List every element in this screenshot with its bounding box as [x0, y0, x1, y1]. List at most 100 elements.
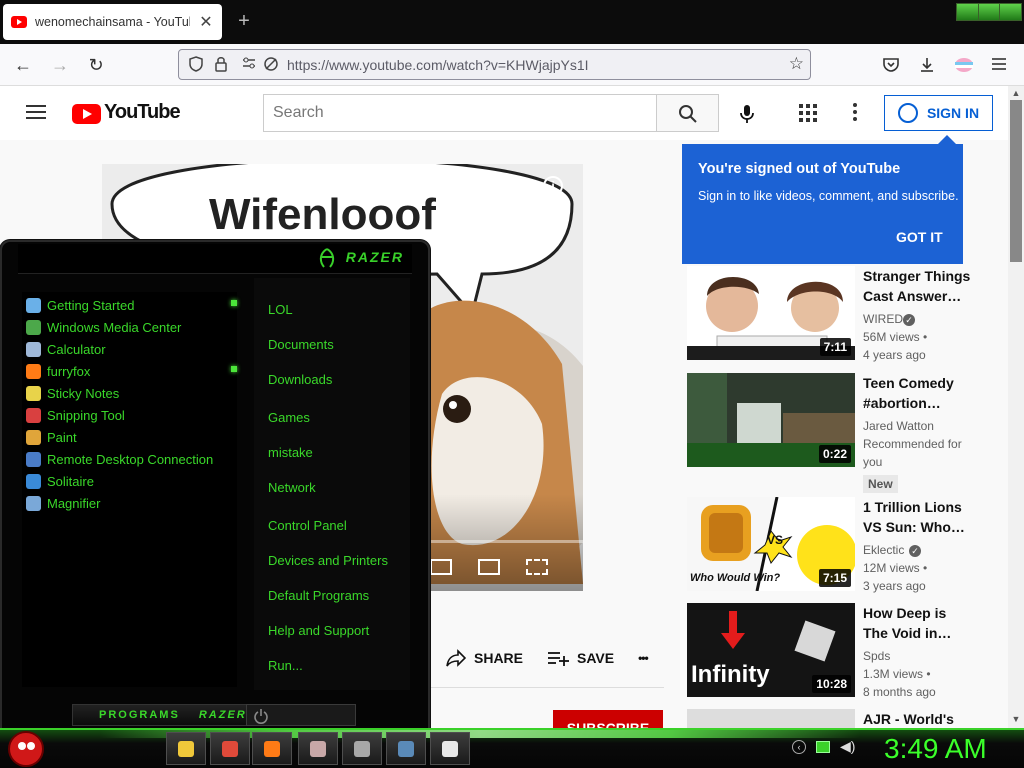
- hamburger-menu-icon[interactable]: [991, 57, 1007, 71]
- taskbar-clock[interactable]: 3:49 AM: [884, 733, 987, 765]
- search-button[interactable]: [656, 94, 719, 132]
- taskbar-app-app5-button[interactable]: [342, 732, 382, 765]
- download-icon[interactable]: [918, 56, 936, 74]
- youtube-logo-text[interactable]: YouTube: [104, 101, 181, 124]
- view-count: 12M views •: [863, 561, 928, 575]
- maximize-button[interactable]: [978, 4, 1001, 20]
- extension-icon[interactable]: [954, 56, 974, 74]
- start-menu-place[interactable]: Devices and Printers: [268, 553, 388, 568]
- start-menu-program[interactable]: furryfox: [26, 360, 90, 382]
- start-menu-place[interactable]: Control Panel: [268, 518, 347, 533]
- start-menu-program[interactable]: Snipping Tool: [26, 404, 125, 426]
- user-avatar-icon: [897, 103, 918, 123]
- video-title[interactable]: Teen Comedy #abortion…: [863, 373, 975, 413]
- start-menu-place[interactable]: Downloads: [268, 372, 332, 387]
- back-button[interactable]: ←: [12, 54, 34, 76]
- fullscreen-icon[interactable]: [526, 559, 548, 575]
- start-menu-place[interactable]: mistake: [268, 445, 313, 460]
- scroll-down-arrow-icon[interactable]: ▼: [1010, 714, 1022, 724]
- shield-icon[interactable]: [189, 56, 203, 72]
- miniplayer-icon[interactable]: [430, 559, 452, 575]
- start-menu-program[interactable]: Calculator: [26, 338, 106, 360]
- start-button-angry-bird-icon[interactable]: [8, 731, 44, 767]
- jump-list-arrow-icon[interactable]: [231, 366, 237, 372]
- forward-button[interactable]: →: [49, 54, 71, 76]
- channel-name[interactable]: Jared Watton: [863, 417, 975, 435]
- taskbar-app-firefox-button[interactable]: [252, 732, 292, 765]
- start-menu-place[interactable]: Help and Support: [268, 623, 369, 638]
- share-button[interactable]: SHARE: [446, 649, 523, 667]
- start-menu-program[interactable]: Remote Desktop Connection: [26, 448, 213, 470]
- youtube-logo-icon[interactable]: [72, 104, 101, 124]
- taskbar-app-app7-button[interactable]: [430, 732, 470, 765]
- start-menu-program[interactable]: Paint: [26, 426, 77, 448]
- video-thumbnail[interactable]: Infinity 10:28: [687, 603, 855, 697]
- start-menu-place[interactable]: Default Programs: [268, 588, 369, 603]
- taskbar-app-app6-button[interactable]: [386, 732, 426, 765]
- start-menu-program[interactable]: Solitaire: [26, 470, 94, 492]
- start-menu-place[interactable]: LOL: [268, 302, 293, 317]
- video-thumbnail[interactable]: VS Who Would Win? 7:15: [687, 497, 855, 591]
- reload-button[interactable]: ↻: [85, 54, 107, 76]
- info-icon[interactable]: i: [543, 176, 563, 196]
- thumbnail-caption: Infinity: [691, 661, 770, 688]
- program-icon: [26, 429, 41, 445]
- video-title[interactable]: 1 Trillion Lions VS Sun: Who…: [863, 497, 975, 537]
- permissions-icon[interactable]: [241, 56, 257, 70]
- start-menu-program[interactable]: Windows Media Center: [26, 316, 181, 338]
- start-menu-place[interactable]: Network: [268, 480, 316, 495]
- chrome-icon: [222, 740, 238, 757]
- sign-in-button[interactable]: SIGN IN: [884, 95, 993, 131]
- close-tab-icon[interactable]: ✕: [198, 12, 214, 32]
- bookmark-star-icon[interactable]: ☆: [789, 54, 804, 74]
- close-window-button[interactable]: [1000, 4, 1022, 20]
- video-thumbnail[interactable]: [687, 709, 855, 728]
- settings-more-icon[interactable]: [852, 103, 858, 121]
- taskbar-app-app4-button[interactable]: [298, 732, 338, 765]
- share-icon: [446, 649, 466, 667]
- video-title[interactable]: Stranger Things Cast Answer…: [863, 266, 975, 306]
- start-menu-program[interactable]: Sticky Notes: [26, 382, 119, 404]
- start-menu-place[interactable]: Games: [268, 410, 310, 425]
- start-menu-program[interactable]: Magnifier: [26, 492, 100, 514]
- scroll-up-arrow-icon[interactable]: ▲: [1010, 88, 1022, 98]
- apps-grid-icon[interactable]: [799, 104, 817, 122]
- shutdown-button[interactable]: [246, 704, 356, 726]
- taskbar-app-chrome-button[interactable]: [210, 732, 250, 765]
- network-icon[interactable]: [816, 740, 830, 753]
- lock-icon[interactable]: [215, 56, 227, 72]
- video-thumbnail[interactable]: 0:22: [687, 373, 855, 467]
- autoplay-blocked-icon[interactable]: [263, 56, 279, 72]
- video-thumbnail[interactable]: 7:11: [687, 266, 855, 360]
- pocket-icon[interactable]: [882, 56, 900, 74]
- minimize-button[interactable]: [957, 4, 979, 20]
- url-text[interactable]: https://www.youtube.com/watch?v=KHWjajpY…: [287, 57, 589, 73]
- start-menu-program[interactable]: Getting Started: [26, 294, 134, 316]
- got-it-button[interactable]: GOT IT: [896, 229, 943, 245]
- search-input[interactable]: [264, 95, 656, 131]
- new-tab-button[interactable]: +: [232, 10, 256, 33]
- microphone-icon[interactable]: [736, 103, 758, 125]
- video-title[interactable]: How Deep is The Void in…: [863, 603, 975, 643]
- start-menu-place[interactable]: Run...: [268, 658, 303, 673]
- jump-list-arrow-icon[interactable]: [231, 300, 237, 306]
- show-hidden-icons[interactable]: ‹: [792, 739, 806, 754]
- popup-title: You're signed out of YouTube: [698, 161, 901, 177]
- url-bar[interactable]: https://www.youtube.com/watch?v=KHWjajpY…: [178, 49, 811, 80]
- save-button[interactable]: SAVE: [547, 650, 614, 666]
- taskbar-app-explorer-button[interactable]: [166, 732, 206, 765]
- more-actions-icon[interactable]: •••: [638, 651, 649, 665]
- theater-mode-icon[interactable]: [478, 559, 500, 575]
- app7-icon: [442, 740, 458, 757]
- guide-menu-icon[interactable]: [26, 105, 46, 119]
- scrollbar-thumb[interactable]: [1010, 100, 1022, 262]
- channel-name[interactable]: WIRED: [863, 310, 975, 328]
- youtube-favicon-icon: [11, 16, 27, 28]
- start-menu-place[interactable]: Documents: [268, 337, 334, 352]
- browser-tab[interactable]: wenomechainsama - YouTube ✕: [3, 4, 222, 40]
- program-label: Windows Media Center: [47, 319, 182, 335]
- video-title[interactable]: AJR - World's: [863, 709, 975, 728]
- volume-icon[interactable]: ◀): [840, 738, 855, 755]
- channel-name[interactable]: Spds: [863, 647, 975, 665]
- subscribe-button[interactable]: SUBSCRIBE: [553, 710, 663, 728]
